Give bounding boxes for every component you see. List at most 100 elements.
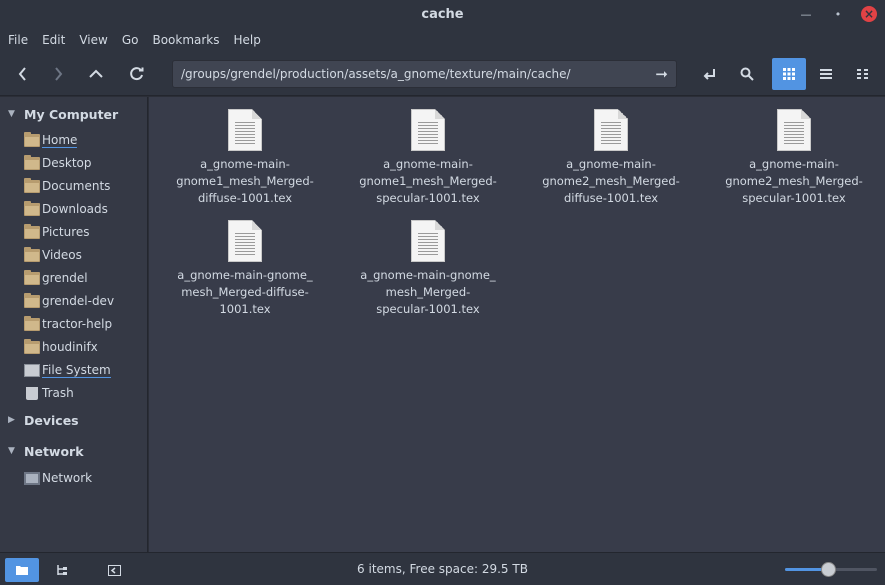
sidebar-item-label: tractor-help: [42, 317, 113, 331]
section-label: My Computer: [24, 106, 119, 122]
text-file-icon: [594, 109, 628, 151]
sidebar-item-label: Network: [42, 471, 93, 485]
folder-icon: [24, 223, 40, 239]
status-text: 6 items, Free space: 29.5 TB: [357, 562, 528, 576]
maximize-icon[interactable]: •: [829, 5, 847, 23]
menu-bar: File Edit View Go Bookmarks Help: [0, 28, 885, 52]
search-icon: [740, 67, 754, 81]
sidebar-item-file-system[interactable]: File System: [24, 360, 144, 380]
location-path: /groups/grendel/production/assets/a_gnom…: [181, 67, 571, 81]
menu-view[interactable]: View: [73, 33, 113, 47]
text-file-icon: [411, 220, 445, 262]
file-view[interactable]: a_gnome-main-gnome1_mesh_Merged-diffuse-…: [149, 97, 885, 552]
sidebar-item-label: File System: [42, 362, 111, 378]
compact-view-button[interactable]: [849, 61, 877, 87]
back-button[interactable]: [9, 61, 37, 87]
sidebar-item-label: grendel-dev: [42, 294, 115, 308]
text-file-icon: [228, 109, 262, 151]
text-file-icon: [777, 109, 811, 151]
window-title: cache: [421, 6, 464, 22]
network-icon: [24, 471, 40, 485]
menu-file[interactable]: File: [2, 33, 34, 47]
forward-button[interactable]: [44, 61, 72, 87]
back-arrow-icon: [18, 67, 26, 81]
sidebar-section-network[interactable]: ▼ Network: [0, 441, 148, 461]
sidebar-item-documents[interactable]: Documents: [24, 176, 144, 196]
toggle-location-icon: [703, 69, 715, 80]
sidebar-section-devices[interactable]: ▶ Devices: [0, 410, 148, 430]
location-bar[interactable]: /groups/grendel/production/assets/a_gnom…: [172, 60, 677, 88]
sidebar-item-desktop[interactable]: Desktop: [24, 153, 144, 173]
up-arrow-icon: [89, 69, 103, 78]
sidebar-item-pictures[interactable]: Pictures: [24, 222, 144, 242]
menu-edit[interactable]: Edit: [36, 33, 71, 47]
folder-icon: [24, 315, 40, 331]
sidebar-section-my-computer[interactable]: ▼ My Computer: [0, 104, 148, 124]
search-button[interactable]: [733, 61, 761, 87]
drive-icon: [24, 363, 40, 377]
sidebar-item-grendel-dev[interactable]: grendel-dev: [24, 291, 144, 311]
folder-icon: [24, 154, 40, 170]
file-item[interactable]: a_gnome-main-gnome2_mesh_Merged-specular…: [714, 109, 874, 207]
sidebar-item-label: Downloads: [42, 202, 108, 216]
window-controls: — • ×: [797, 5, 877, 23]
sidebar-item-houdinifx[interactable]: houdinifx: [24, 337, 144, 357]
expander-right-icon: ▶: [8, 415, 15, 425]
go-arrow-icon[interactable]: ➞: [655, 65, 668, 83]
sidebar-item-trash[interactable]: Trash: [24, 383, 144, 403]
folder-icon: [24, 292, 40, 308]
file-item[interactable]: a_gnome-main-gnome1_mesh_Merged-diffuse-…: [165, 109, 325, 207]
sidebar-item-downloads[interactable]: Downloads: [24, 199, 144, 219]
folder-icon: [24, 177, 40, 193]
sidebar-item-label: Home: [42, 132, 78, 148]
folder-icon: [24, 269, 40, 285]
file-name: a_gnome-main-gnome_ mesh_Merged-diffuse- 1…: [177, 268, 313, 316]
expander-down-icon: ▼: [8, 446, 15, 456]
sidebar-item-label: grendel: [42, 271, 88, 285]
sidebar-item-label: Documents: [42, 179, 111, 193]
file-name: a_gnome-main-gnome_ mesh_Merged-specular-…: [360, 268, 496, 316]
list-view-icon: [820, 69, 832, 79]
reload-button[interactable]: [123, 61, 151, 87]
sidebar-item-tractor-help[interactable]: tractor-help: [24, 314, 144, 334]
sidebar-item-home[interactable]: Home: [24, 130, 144, 150]
menu-bookmarks[interactable]: Bookmarks: [146, 33, 225, 47]
toggle-location-button[interactable]: [696, 61, 724, 87]
sidebar-item-videos[interactable]: Videos: [24, 245, 144, 265]
icon-view-button[interactable]: [772, 58, 806, 90]
menu-go[interactable]: Go: [116, 33, 145, 47]
close-icon[interactable]: ×: [861, 6, 877, 22]
sidebar-item-label: houdinifx: [42, 340, 98, 354]
minimize-icon[interactable]: —: [797, 5, 815, 23]
zoom-slider[interactable]: [785, 562, 877, 577]
file-name: a_gnome-main-gnome1_mesh_Merged-diffuse-…: [176, 157, 314, 205]
folder-icon: [24, 200, 40, 216]
up-button[interactable]: [82, 61, 110, 87]
menu-help[interactable]: Help: [228, 33, 267, 47]
list-view-button[interactable]: [812, 61, 840, 87]
file-name: a_gnome-main-gnome2_mesh_Merged-diffuse-…: [542, 157, 680, 205]
reload-icon: [130, 67, 144, 81]
file-item[interactable]: a_gnome-main-gnome_ mesh_Merged-specular-…: [348, 220, 508, 318]
text-file-icon: [228, 220, 262, 262]
expander-down-icon: ▼: [8, 109, 15, 119]
section-label: Devices: [24, 412, 79, 428]
file-item[interactable]: a_gnome-main-gnome2_mesh_Merged-diffuse-…: [531, 109, 691, 207]
folder-icon: [24, 338, 40, 354]
grid-view-icon: [783, 68, 795, 80]
text-file-icon: [411, 109, 445, 151]
sidebar: ▼ My Computer Home Desktop Documents Dow…: [0, 97, 148, 552]
file-name: a_gnome-main-gnome2_mesh_Merged-specular…: [725, 157, 863, 205]
forward-arrow-icon: [55, 67, 63, 81]
file-name: a_gnome-main-gnome1_mesh_Merged-specular…: [359, 157, 497, 205]
sidebar-item-label: Videos: [42, 248, 82, 262]
home-folder-icon: [24, 131, 40, 147]
sidebar-item-label: Pictures: [42, 225, 90, 239]
sidebar-item-network[interactable]: Network: [24, 468, 144, 488]
file-item[interactable]: a_gnome-main-gnome_ mesh_Merged-diffuse- 1…: [165, 220, 325, 318]
zoom-slider-handle[interactable]: [821, 562, 836, 577]
file-item[interactable]: a_gnome-main-gnome1_mesh_Merged-specular…: [348, 109, 508, 207]
status-bar: 6 items, Free space: 29.5 TB: [0, 552, 885, 585]
sidebar-item-grendel[interactable]: grendel: [24, 268, 144, 288]
sidebar-item-label: Desktop: [42, 156, 92, 170]
